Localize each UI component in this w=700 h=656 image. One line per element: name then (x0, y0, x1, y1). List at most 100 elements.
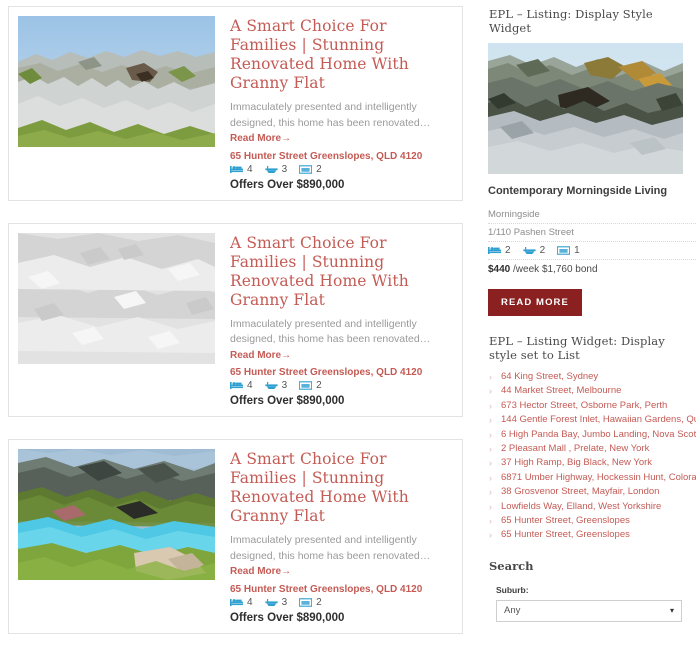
sidebar-listing-title[interactable]: Contemporary Morningside Living (488, 185, 696, 197)
chevron-right-icon: › (489, 516, 492, 527)
carspaces-count: 2 (316, 380, 322, 391)
listing-address[interactable]: 65 Hunter Street Greenslopes, QLD 4120 (230, 151, 453, 162)
list-item[interactable]: › 6 High Panda Bay, Jumbo Landing, Nova S… (488, 428, 696, 442)
bed-icon (488, 247, 501, 254)
list-item[interactable]: › Lowfields Way, Elland, West Yorkshire (488, 500, 696, 514)
list-item[interactable]: › 65 Hunter Street, Greenslopes (488, 514, 696, 528)
listing-title[interactable]: A Smart Choice For Families | Stunning R… (230, 450, 453, 526)
bathrooms-count: 3 (281, 380, 288, 391)
listing-card[interactable]: A Smart Choice For Families | Stunning R… (8, 439, 463, 634)
feature-carspaces: 1 (557, 245, 580, 256)
bed-icon (230, 382, 243, 389)
carspaces-count: 2 (316, 596, 322, 608)
sidebar-property-photo (488, 43, 683, 174)
listing-features: 4 3 2 (230, 164, 453, 175)
carspaces-count: 1 (574, 245, 580, 256)
bathrooms-count: 3 (281, 163, 288, 175)
list-item[interactable]: › 2 Pleasant Mall , Prelate, New York (488, 442, 696, 456)
feature-bedrooms: 4 (230, 597, 253, 608)
listing-title[interactable]: A Smart Choice For Families | Stunning R… (230, 17, 453, 93)
search-widget-heading: Search (489, 558, 534, 573)
suburb-select[interactable]: Any ▾ (496, 599, 682, 622)
listing-excerpt-text: Immaculately presented and intelligently… (230, 534, 431, 562)
property-photo-2 (18, 232, 215, 364)
feature-bathrooms: 3 (264, 380, 288, 391)
listing-address[interactable]: 65 Hunter Street Greenslopes, QLD 4120 (230, 367, 453, 378)
list-item[interactable]: › 37 High Ramp, Big Black, New York (488, 456, 696, 470)
feature-bathrooms: 3 (264, 597, 287, 608)
read-more-link[interactable]: Read More→ (230, 566, 291, 577)
read-more-link[interactable]: Read More→ (230, 133, 291, 144)
feature-carspaces: 2 (299, 597, 322, 608)
bedrooms-count: 4 (247, 163, 253, 175)
list-item[interactable]: › 64 King Street, Sydney (488, 370, 696, 384)
sidebar-listing-thumbnail[interactable] (488, 43, 683, 174)
listing-price: Offers Over $890,000 (230, 178, 345, 191)
feature-bedrooms: 2 (488, 245, 511, 256)
suburb-field-label: Suburb: (496, 584, 529, 595)
sidebar-listing-features: 2 2 1 (488, 242, 696, 260)
list-item[interactable]: › 673 Hector Street, Osborne Park, Perth (488, 399, 696, 413)
listing-excerpt: Immaculately presented and intelligently… (230, 533, 453, 580)
sidebar-listing-suburb: Morningside (488, 206, 696, 224)
feature-bathrooms: 2 (522, 245, 545, 256)
chevron-right-icon: › (489, 415, 492, 426)
listing-thumbnail[interactable] (18, 232, 215, 364)
listing-title[interactable]: A Smart Choice For Families | Stunning R… (230, 234, 453, 310)
list-widget-heading: EPL – Listing Widget: Display style set … (489, 334, 665, 362)
feature-bedrooms: 4 (230, 164, 253, 175)
bath-icon (264, 382, 278, 389)
list-item[interactable]: › 6871 Umber Highway, Hockessin Hunt, Col… (488, 471, 696, 485)
bed-icon (230, 165, 243, 173)
property-listing-page: A Smart Choice For Families | Stunning R… (0, 0, 700, 634)
suburb-selected-value: Any (504, 605, 521, 617)
chevron-right-icon: › (489, 487, 492, 498)
listing-price: Offers Over $890,000 (230, 395, 345, 407)
listing-features: 4 3 2 (230, 597, 453, 608)
listing-excerpt-text: Immaculately presented and intelligently… (230, 101, 431, 129)
read-more-link[interactable]: Read More→ (230, 350, 291, 361)
feature-bathrooms: 3 (264, 163, 288, 175)
bath-icon (264, 165, 278, 173)
listing-features: 4 3 2 (230, 380, 453, 391)
car-icon (299, 597, 313, 607)
carspaces-count: 2 (316, 163, 322, 175)
read-more-button[interactable]: READ MORE (488, 289, 582, 316)
list-item[interactable]: › 38 Grosvenor Street, Mayfair, London (488, 485, 696, 499)
list-item-label: 37 High Ramp, Big Black, New York (501, 457, 653, 469)
listing-card[interactable]: A Smart Choice For Families | Stunning R… (8, 222, 463, 417)
property-photo-3 (18, 449, 215, 580)
listing-thumbnail[interactable] (18, 449, 215, 580)
sidebar-listing-street: 1/110 Pashen Street (488, 224, 696, 242)
list-item-label: Lowfields Way, Elland, West Yorkshire (501, 500, 662, 512)
address-list: › 64 King Street, Sydney › 44 Market Stree… (488, 370, 696, 543)
list-item[interactable]: › 144 Gentle Forest Inlet, Hawaiian Garde… (488, 413, 696, 427)
list-item[interactable]: › 65 Hunter Street, Greenslopes (488, 528, 696, 542)
display-style-widget-heading: EPL – Listing: Display Style Widget (489, 7, 653, 35)
listings-column: A Smart Choice For Families | Stunning R… (8, 6, 463, 656)
listing-excerpt: Immaculately presented and intelligently… (230, 100, 453, 147)
listing-thumbnail[interactable] (18, 16, 215, 147)
listing-address[interactable]: 65 Hunter Street Greenslopes, QLD 4120 (230, 584, 453, 595)
bedrooms-count: 4 (247, 380, 253, 391)
chevron-right-icon: › (489, 530, 492, 541)
listing-details: A Smart Choice For Families | Stunning R… (230, 16, 453, 191)
list-item-label: 65 Hunter Street, Greenslopes (501, 515, 630, 527)
rent-unit: /week (513, 264, 540, 275)
list-item[interactable]: › 44 Market Street, Melbourne (488, 384, 696, 398)
feature-bedrooms: 4 (230, 380, 253, 391)
list-item-label: 6 High Panda Bay, Jumbo Landing, Nova Sc… (501, 428, 696, 440)
list-item-label: 2 Pleasant Mall , Prelate, New York (501, 443, 650, 455)
feature-carspaces: 2 (299, 380, 322, 391)
listing-card[interactable]: A Smart Choice For Families | Stunning R… (8, 6, 463, 201)
chevron-right-icon: › (489, 458, 492, 469)
chevron-right-icon: › (489, 429, 492, 440)
car-icon (299, 164, 313, 174)
rent-amount: $440 (488, 264, 511, 275)
chevron-down-icon: ▾ (669, 606, 674, 616)
feature-carspaces: 2 (299, 164, 322, 175)
listing-price: Offers Over $890,000 (230, 611, 345, 624)
list-item-label: 38 Grosvenor Street, Mayfair, London (501, 486, 660, 498)
bond-amount: $1,760 bond (541, 264, 598, 275)
listing-excerpt: Immaculately presented and intelligently… (230, 317, 453, 364)
